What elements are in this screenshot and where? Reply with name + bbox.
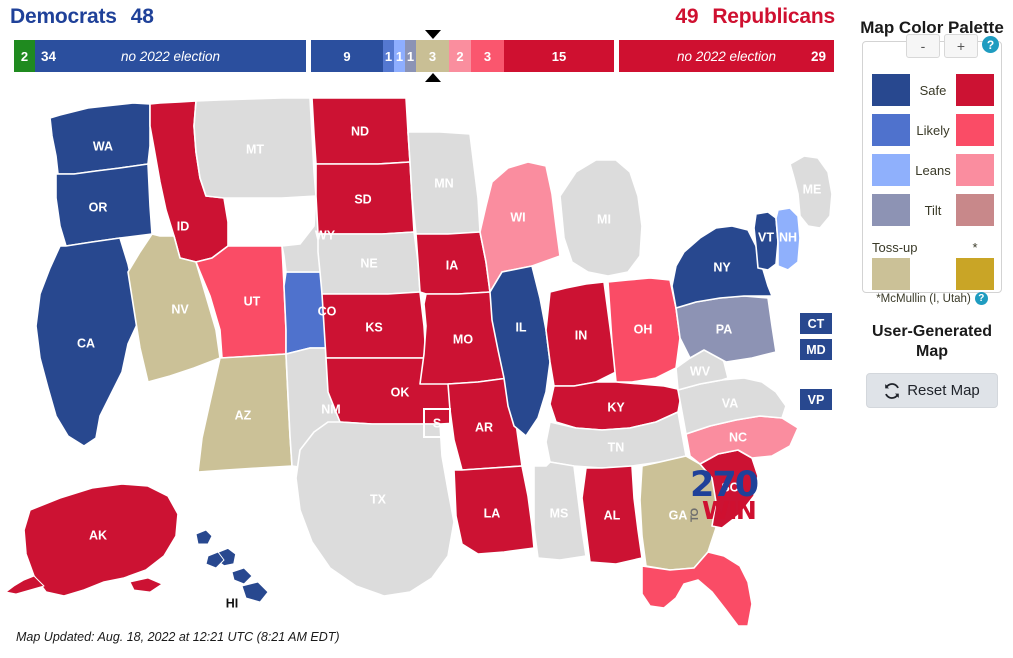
bar-segment-rep-safe[interactable]: 15 [504, 40, 614, 72]
bar-segment-dem-leans[interactable]: 1 [394, 40, 405, 72]
state-or[interactable] [55, 163, 153, 247]
logo-to: TO [689, 508, 701, 522]
palette-label-likely: Likely [916, 122, 950, 138]
mcmullin-footnote: *McMullin (I, Utah) ? [862, 292, 1002, 305]
tossup-row-labels: Toss-up * [872, 240, 994, 255]
swatch-dem-leans[interactable] [872, 154, 910, 186]
no-election-text: no 2022 election [120, 48, 221, 64]
palette-help-icon[interactable]: ? [982, 36, 999, 53]
mcmullin-text: *McMullin (I, Utah) [876, 292, 971, 305]
state-label-hi: HI [226, 596, 239, 610]
reset-map-label: Reset Map [907, 382, 980, 399]
site-logo: 270 TO WIN [689, 468, 760, 528]
state-la[interactable] [453, 465, 535, 555]
state-wa[interactable] [49, 102, 151, 175]
swatch-rep-tilt[interactable] [956, 194, 994, 226]
senate-map-page: Democrats 48 49 Republicans 2 no 2022 elect… [0, 0, 1013, 658]
republicans-total: 49 Republicans [675, 5, 835, 29]
state-az[interactable] [197, 353, 293, 473]
tossup-swatches [872, 258, 994, 290]
bar-segment-rep-leans[interactable]: 2 [449, 40, 471, 72]
democrats-count: 48 [130, 5, 154, 28]
state-pa[interactable] [675, 295, 777, 363]
state-nd[interactable] [311, 97, 411, 165]
palette-rows: Safe Likely Leans Tilt [872, 72, 994, 232]
segment-count: 34 [41, 48, 57, 64]
palette-plus-button[interactable]: + [944, 34, 978, 58]
no-election-text: no 2022 election [676, 48, 777, 64]
mcmullin-help-icon[interactable]: ? [974, 292, 988, 305]
bar-segment-dem-safe[interactable]: 9 [311, 40, 383, 72]
state-vt[interactable] [753, 211, 779, 271]
map-updated-timestamp: Map Updated: Aug. 18, 2022 at 12:21 UTC … [16, 630, 340, 644]
user-generated-map-title: User-Generated Map [856, 322, 1008, 362]
palette-row-leans: Leans [872, 152, 994, 188]
us-senate-map[interactable]: WA OR CA ID NV UT AZ CO MT WY NM ND SD NE KS OK TX MN IA MO… [0, 86, 845, 626]
ugm-title-line1: User-Generated [871, 323, 993, 340]
swatch-rep-safe[interactable] [956, 74, 994, 106]
logo-win: WIN [702, 496, 757, 525]
bar-segment-rep-no-election[interactable]: no 2022 election 29 [619, 40, 834, 72]
bar-segment-dem-tilt[interactable]: 1 [405, 40, 416, 72]
bar-segment-independent-holdover[interactable]: 2 [14, 40, 35, 72]
state-tx[interactable] [295, 421, 455, 597]
state-ne[interactable] [317, 231, 421, 295]
state-ia[interactable] [415, 231, 491, 295]
bar-segment-dem-no-election[interactable]: no 2022 election 34 [35, 40, 306, 72]
state-oh[interactable] [607, 277, 681, 383]
bar-segment-dem-likely[interactable]: 1 [383, 40, 394, 72]
palette-row-tilt: Tilt [872, 192, 994, 228]
palette-minus-button[interactable]: - [906, 34, 940, 58]
us-map-svg[interactable]: WAORCAIDNVUTAZCOMTWYNMNDSDNEKSOKTXMNIAMO… [0, 86, 845, 626]
state-hi[interactable] [231, 567, 253, 585]
palette-label-tilt: Tilt [924, 202, 942, 218]
palette-zoom-controls: - + [906, 34, 978, 58]
state-label-fl: FL [692, 594, 708, 608]
palette-row-likely: Likely [872, 112, 994, 148]
ugm-title-line2: Map [916, 343, 948, 360]
state-nh[interactable] [775, 207, 801, 271]
state-al[interactable] [581, 465, 643, 565]
state-hi[interactable] [195, 529, 213, 545]
state-mt[interactable] [193, 97, 317, 199]
refresh-icon [884, 382, 900, 399]
swatch-dem-likely[interactable] [872, 114, 910, 146]
state-ms[interactable] [533, 461, 587, 561]
republicans-count: 49 [675, 5, 699, 28]
segment-count: 29 [810, 48, 826, 64]
swatch-rep-likely[interactable] [956, 114, 994, 146]
majority-marker-bottom [424, 73, 441, 82]
state-ak[interactable] [23, 483, 179, 597]
state-sd[interactable] [315, 161, 415, 235]
bar-segment-rep-likely[interactable]: 3 [471, 40, 504, 72]
reset-map-button[interactable]: Reset Map [866, 373, 998, 408]
state-hi[interactable] [241, 581, 269, 603]
swatch-dem-tilt[interactable] [872, 194, 910, 226]
majority-marker-top [424, 30, 441, 39]
party-totals: Democrats 48 49 Republicans [0, 0, 845, 36]
tossup-star-label: * [972, 240, 978, 255]
palette-row-safe: Safe [872, 72, 994, 108]
seat-balance-bar[interactable]: 2 no 2022 election 34 9 1 1 1 3 2 3 15 no 2022 elec… [14, 40, 834, 72]
democrats-total: Democrats 48 [10, 5, 154, 29]
state-ks[interactable] [321, 291, 427, 359]
state-mn[interactable] [407, 131, 481, 235]
swatch-rep-leans[interactable] [956, 154, 994, 186]
swatch-dem-safe[interactable] [872, 74, 910, 106]
state-ak[interactable] [129, 577, 163, 593]
state-mi[interactable] [559, 159, 643, 277]
state-ca[interactable] [35, 237, 141, 447]
tossup-label: Toss-up [872, 240, 918, 255]
democrats-label: Democrats [10, 5, 117, 28]
state-in[interactable] [545, 281, 617, 387]
seat-balance-bar-wrapper: 2 no 2022 election 34 9 1 1 1 3 2 3 15 no 2022 elec… [14, 30, 834, 82]
republicans-label: Republicans [712, 5, 835, 28]
palette-label-leans: Leans [915, 162, 951, 178]
tossup-dem-swatch[interactable] [872, 258, 910, 290]
tossup-mcmullin-swatch[interactable] [956, 258, 994, 290]
palette-label-safe: Safe [919, 82, 947, 98]
bar-segment-toss-up[interactable]: 3 [416, 40, 449, 72]
senate-balance-header: Democrats 48 49 Republicans 2 no 2022 elect… [0, 0, 845, 82]
